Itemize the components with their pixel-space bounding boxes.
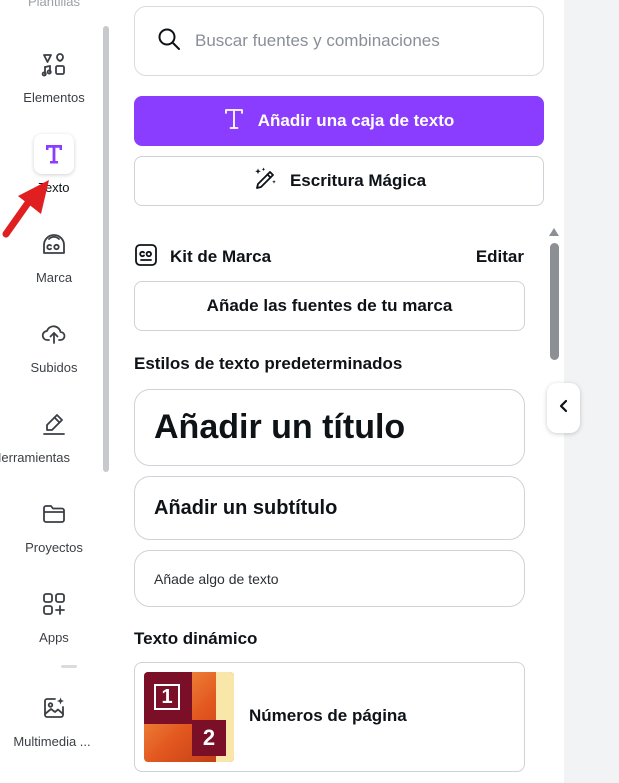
sidebar-item-label: Herramientas bbox=[0, 450, 71, 465]
sidebar-item-label: Marca bbox=[35, 270, 73, 285]
add-subtitle-button[interactable]: Añadir un subtítulo bbox=[134, 476, 525, 540]
sidebar-item-label: Multimedia ... bbox=[13, 734, 91, 749]
brand-kit-icon bbox=[134, 243, 158, 272]
magic-pen-icon bbox=[252, 166, 278, 197]
sidebar-item-magic-media[interactable]: Multimedia ... bbox=[0, 688, 108, 749]
chevron-left-icon bbox=[558, 399, 570, 418]
text-icon bbox=[34, 134, 74, 174]
collapse-panel-button[interactable] bbox=[547, 383, 580, 433]
upload-cloud-icon bbox=[34, 314, 74, 354]
folder-icon bbox=[34, 494, 74, 534]
search-placeholder: Buscar fuentes y combinaciones bbox=[195, 31, 440, 50]
panel-scrollbar[interactable] bbox=[550, 243, 559, 360]
sidebar-item-projects[interactable]: Proyectos bbox=[0, 494, 108, 555]
magic-media-icon bbox=[34, 688, 74, 728]
page-numbers-card[interactable]: 1 2 Números de página bbox=[134, 662, 525, 772]
scroll-up-arrow-icon[interactable] bbox=[549, 228, 559, 236]
brand-kit-edit-link[interactable]: Editar bbox=[476, 247, 524, 267]
sidebar-item-label: Proyectos bbox=[25, 540, 83, 555]
default-styles-heading: Estilos de texto predeterminados bbox=[134, 354, 403, 373]
magic-write-button[interactable]: Escritura Mágica bbox=[134, 156, 544, 206]
left-sidebar: Plantillas Elementos Texto Marca Subidos… bbox=[0, 0, 118, 783]
search-icon bbox=[157, 27, 181, 56]
sidebar-item-tools[interactable]: Herramientas bbox=[0, 404, 108, 465]
elements-icon bbox=[34, 44, 74, 84]
add-body-text-button[interactable]: Añade algo de texto bbox=[134, 550, 525, 607]
sidebar-item-label-plantillas[interactable]: Plantillas bbox=[0, 0, 108, 9]
sidebar-divider bbox=[61, 665, 77, 668]
thumbnail-number-2: 2 bbox=[192, 720, 226, 756]
brand-kit-header: Kit de Marca Editar bbox=[134, 242, 524, 272]
sidebar-scrollbar[interactable] bbox=[103, 26, 109, 472]
thumbnail-number-1: 1 bbox=[154, 684, 180, 710]
sidebar-item-uploads[interactable]: Subidos bbox=[0, 314, 108, 375]
sidebar-item-elements[interactable]: Elementos bbox=[0, 44, 108, 105]
magic-write-label: Escritura Mágica bbox=[289, 171, 427, 190]
add-brand-fonts-button[interactable]: Añade las fuentes de tu marca bbox=[134, 281, 525, 331]
add-title-button[interactable]: Añadir un título bbox=[134, 389, 525, 466]
brand-kit-title: Kit de Marca bbox=[170, 247, 272, 266]
sidebar-item-label: Subidos bbox=[30, 360, 78, 375]
sidebar-item-apps[interactable]: Apps bbox=[0, 584, 108, 645]
page-numbers-label: Números de página bbox=[249, 706, 407, 725]
apps-grid-icon bbox=[34, 584, 74, 624]
add-text-box-button[interactable]: Añadir una caja de texto bbox=[134, 96, 544, 146]
page-numbers-thumbnail: 1 2 bbox=[144, 672, 234, 762]
red-arrow-icon bbox=[0, 178, 52, 243]
sidebar-item-label: Elementos bbox=[23, 90, 85, 105]
thumbnail-box: 1 bbox=[144, 672, 192, 724]
text-panel: Buscar fuentes y combinaciones Añadir un… bbox=[118, 0, 564, 783]
text-t-icon bbox=[224, 108, 244, 135]
search-input[interactable]: Buscar fuentes y combinaciones bbox=[134, 6, 544, 76]
dynamic-text-heading: Texto dinámico bbox=[134, 629, 258, 648]
sidebar-item-label: Apps bbox=[39, 630, 69, 645]
add-text-box-label: Añadir una caja de texto bbox=[257, 111, 455, 130]
draw-tool-icon bbox=[34, 404, 74, 444]
